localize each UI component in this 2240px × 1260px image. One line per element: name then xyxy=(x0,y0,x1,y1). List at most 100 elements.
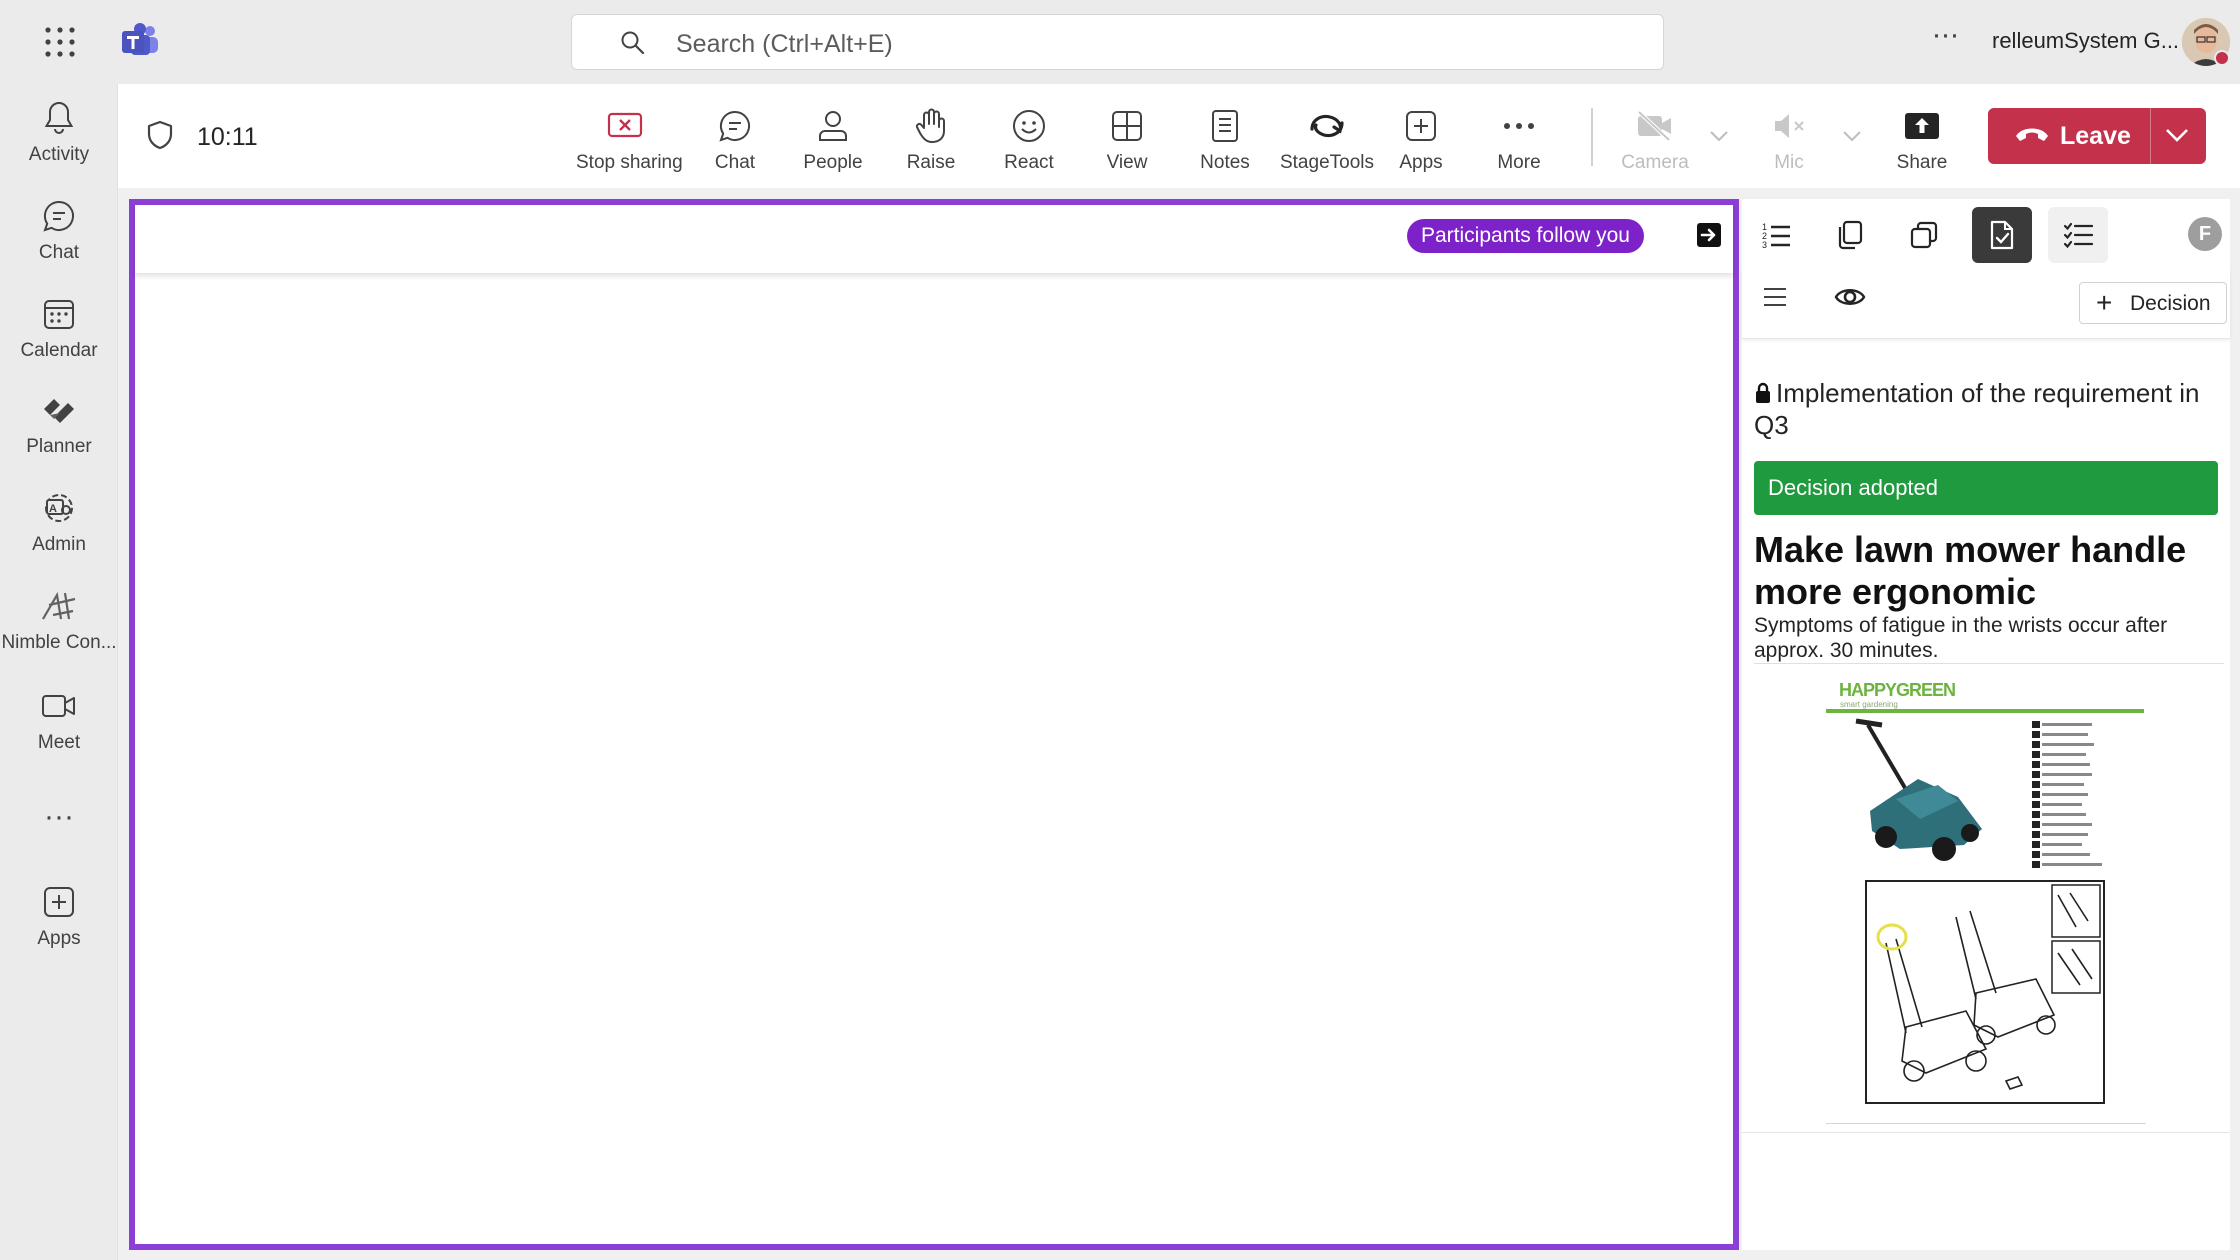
share-tray-icon xyxy=(1873,102,1971,150)
notes-button[interactable]: Notes xyxy=(1176,102,1274,178)
rail-item-calendar[interactable]: Calendar xyxy=(0,292,118,378)
decision-document-tool[interactable] xyxy=(1972,207,2032,263)
lock-icon xyxy=(1754,382,1772,404)
leave-label: Leave xyxy=(2060,122,2131,150)
rail-item-admin[interactable]: A Admin xyxy=(0,486,118,572)
admin-icon: A xyxy=(0,486,118,530)
toolbar-label: Camera xyxy=(1621,152,1689,173)
settings-more-button[interactable]: ··· xyxy=(1930,20,1960,58)
app-rail: Activity Chat Calendar Planner A Admin N… xyxy=(0,84,118,1260)
lawn-mower-manual-image[interactable]: HAPPYGREEN smart gardening xyxy=(1826,681,2146,1121)
nimble-icon xyxy=(0,584,118,628)
notes-icon xyxy=(1176,102,1274,150)
checklist-icon xyxy=(2063,221,2093,249)
toolbar-label: Notes xyxy=(1200,152,1250,173)
toolbar-label: More xyxy=(1497,152,1541,173)
hamburger-menu-icon[interactable] xyxy=(1762,285,1788,309)
view-grid-icon xyxy=(1078,102,1176,150)
react-button[interactable]: React xyxy=(980,102,1078,178)
search-icon xyxy=(620,30,646,56)
user-name[interactable]: relleumSystem G... xyxy=(1992,28,2179,54)
rail-item-chat[interactable]: Chat xyxy=(0,194,118,280)
language-list xyxy=(2032,721,2102,868)
toolbar-label: Stop sharing xyxy=(576,152,683,173)
copy-tool[interactable] xyxy=(1820,207,1880,263)
app-launcher-icon[interactable] xyxy=(44,24,76,60)
title-bar: Search (Ctrl+Alt+E) ··· relleumSystem G.… xyxy=(0,0,2240,84)
toolbar-label: Raise xyxy=(906,152,956,173)
stagetools-button[interactable]: StageTools xyxy=(1278,102,1376,178)
bell-icon xyxy=(0,96,118,140)
decision-panel: 123 F + Decision Implementation of the r… xyxy=(1742,199,2230,1250)
rail-item-meet[interactable]: Meet xyxy=(0,684,118,770)
chat-icon xyxy=(0,194,118,238)
svg-text:3: 3 xyxy=(1762,240,1767,249)
decision-item-description: Symptoms of fatigue in the wrists occur … xyxy=(1754,614,2168,662)
more-button[interactable]: More xyxy=(1470,102,1568,178)
search-input[interactable]: Search (Ctrl+Alt+E) xyxy=(571,14,1664,70)
stop-sharing-button[interactable]: Stop sharing xyxy=(576,102,683,178)
toolbar-label: React xyxy=(1004,152,1054,173)
camera-button[interactable]: Camera xyxy=(1606,102,1704,178)
share-button[interactable]: Share xyxy=(1873,102,1971,178)
requirement-title: Implementation of the requirement in Q3 xyxy=(1754,378,2200,440)
planner-icon xyxy=(0,388,118,432)
camera-options-chevron-icon[interactable] xyxy=(1709,130,1729,142)
mic-button[interactable]: Mic xyxy=(1740,102,1838,178)
duplicate-tool[interactable] xyxy=(1894,207,1954,263)
hang-up-icon xyxy=(2014,124,2050,146)
checklist-tool[interactable] xyxy=(2048,207,2108,263)
raise-hand-icon xyxy=(882,102,980,150)
rail-item-activity[interactable]: Activity xyxy=(0,96,118,182)
participants-follow-badge: Participants follow you xyxy=(1407,219,1644,253)
apps-button[interactable]: Apps xyxy=(1372,102,1470,178)
svg-text:A: A xyxy=(49,503,57,515)
rail-label: Chat xyxy=(38,242,80,263)
rail-label: Planner xyxy=(26,436,92,457)
rail-label: Nimble Con... xyxy=(1,632,117,653)
rail-label: Admin xyxy=(32,534,86,555)
toolbar-label: Share xyxy=(1896,152,1948,173)
leave-options-chevron-icon[interactable] xyxy=(2164,126,2190,144)
eye-icon[interactable] xyxy=(1834,285,1866,309)
toolbar-label: Mic xyxy=(1774,152,1804,173)
rail-label: Apps xyxy=(37,928,81,949)
add-decision-label: Decision xyxy=(2130,292,2211,315)
pop-out-arrow-icon[interactable] xyxy=(1695,221,1723,249)
rail-label: Activity xyxy=(28,144,90,165)
rail-item-planner[interactable]: Planner xyxy=(0,388,118,474)
people-button[interactable]: People xyxy=(784,102,882,178)
duplicate-icon xyxy=(1909,220,1939,250)
chat-icon xyxy=(686,102,784,150)
view-button[interactable]: View xyxy=(1078,102,1176,178)
toolbar-label: StageTools xyxy=(1279,152,1374,173)
smiley-icon xyxy=(980,102,1078,150)
more-dots-icon xyxy=(1470,102,1568,150)
raise-hand-button[interactable]: Raise xyxy=(882,102,980,178)
more-apps-button[interactable]: ··· xyxy=(0,802,118,832)
numbered-list-tool[interactable]: 123 xyxy=(1746,207,1806,263)
decision-item-title: Make lawn mower handle more ergonomic xyxy=(1754,529,2187,612)
people-icon xyxy=(784,102,882,150)
leave-divider xyxy=(2150,108,2151,164)
stage-header: Participants follow you xyxy=(135,205,1733,273)
panel-divider xyxy=(1826,1123,2146,1124)
requirement-heading: Implementation of the requirement in Q3 xyxy=(1754,377,2222,441)
rail-label: Meet xyxy=(37,732,81,753)
toolbar-label: Apps xyxy=(1399,152,1443,173)
rail-item-nimble-con[interactable]: Nimble Con... xyxy=(0,584,118,670)
toolbar-label: View xyxy=(1106,152,1148,173)
panel-divider xyxy=(1742,1132,2230,1133)
teams-logo-icon[interactable] xyxy=(121,22,159,60)
chat-button[interactable]: Chat xyxy=(686,102,784,178)
rail-item-apps[interactable]: Apps xyxy=(0,880,118,966)
leave-button[interactable]: Leave xyxy=(1988,108,2206,164)
add-decision-button[interactable]: + Decision xyxy=(2079,282,2227,324)
presence-busy-icon xyxy=(2214,50,2230,66)
shared-content-stage[interactable]: Participants follow you xyxy=(129,199,1739,1250)
mic-options-chevron-icon[interactable] xyxy=(1842,130,1862,142)
lawn-mower-photo xyxy=(1855,718,1982,861)
search-placeholder: Search (Ctrl+Alt+E) xyxy=(676,30,893,58)
shield-icon[interactable] xyxy=(146,120,174,150)
participant-avatar[interactable]: F xyxy=(2188,217,2222,251)
